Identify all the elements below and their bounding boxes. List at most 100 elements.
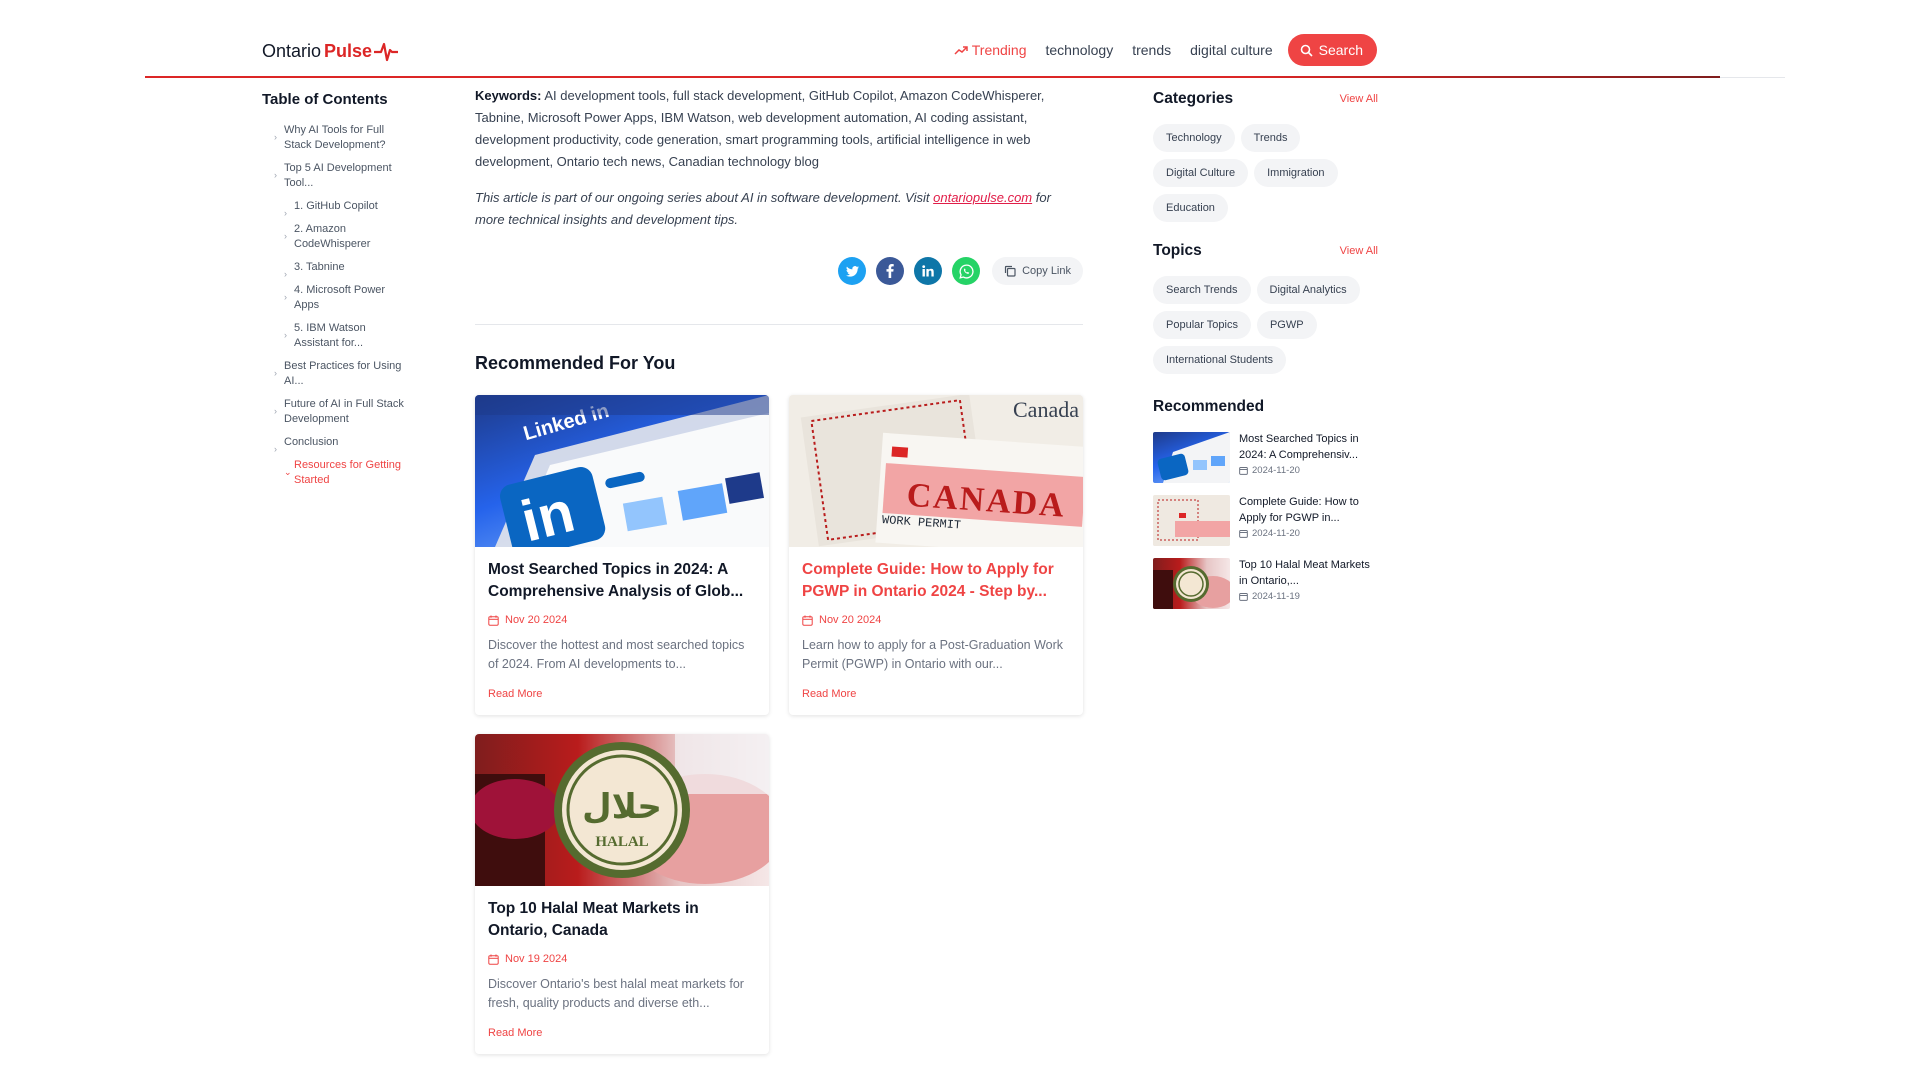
nav-digital-culture[interactable]: digital culture [1190, 42, 1273, 58]
read-more-link[interactable]: Read More [488, 1027, 756, 1039]
article-card[interactable]: CANADA WORK PERMIT Canada Complete Guide… [789, 395, 1083, 715]
read-more-link[interactable]: Read More [488, 688, 756, 700]
copy-icon [1004, 265, 1016, 277]
topic-pill[interactable]: Search Trends [1153, 276, 1251, 304]
card-title[interactable]: Complete Guide: How to Apply for PGWP in… [802, 559, 1070, 603]
toc-subitem[interactable]: › 5. IBM Watson Assistant for... [262, 321, 412, 351]
topics-header: Topics View All [1153, 240, 1378, 262]
category-pill[interactable]: Digital Culture [1153, 159, 1249, 187]
card-date: Nov 19 2024 [488, 953, 756, 965]
chevron-right-icon: › [274, 444, 277, 454]
share-linkedin-button[interactable] [914, 257, 943, 285]
topic-pill[interactable]: Popular Topics [1153, 311, 1251, 339]
toc-item-label: 4. Microsoft Power Apps [294, 284, 386, 311]
chevron-right-icon: › [274, 368, 277, 378]
main-nav: Trending technology trends digital cultu… [954, 34, 1377, 66]
canada-thumb [1153, 495, 1230, 546]
logo-word-ontario: Ontario [262, 40, 322, 61]
site-header: Ontario Pulse Trending technology trends… [0, 0, 1920, 80]
sidebar-thumb-halal[interactable] [1153, 558, 1230, 609]
sidebar-recommended-title: Recommended [1153, 398, 1265, 415]
toc-item-label: 5. IBM Watson Assistant for... [294, 322, 366, 349]
card-date-text: Nov 19 2024 [505, 953, 568, 965]
sidebar-recommended-date-text: 2024-11-19 [1252, 591, 1300, 602]
category-pill[interactable]: Immigration [1254, 159, 1338, 187]
category-pill[interactable]: Trends [1240, 124, 1301, 152]
topic-pill[interactable]: Digital Analytics [1256, 276, 1360, 304]
toc-item[interactable]: › Why AI Tools for Full Stack Development… [262, 123, 412, 153]
site-logo[interactable]: Ontario Pulse [262, 40, 399, 62]
card-title[interactable]: Top 10 Halal Meat Markets in Ontario, Ca… [488, 898, 756, 942]
calendar-icon [488, 954, 499, 965]
copy-link-label: Copy Link [1022, 265, 1071, 277]
toc-subitem[interactable]: › 4. Microsoft Power Apps [262, 283, 412, 313]
toc-item-active[interactable]: ⌄ Resources for Getting Started [262, 458, 412, 488]
toc-item[interactable]: › Future of AI in Full Stack Development [262, 397, 412, 427]
topic-pill[interactable]: International Students [1153, 346, 1287, 374]
card-image-linkedin[interactable]: in Linked in [475, 395, 769, 547]
toc-subitem[interactable]: › 2. Amazon CodeWhisperer [262, 222, 412, 252]
sidebar-recommended-item[interactable]: Most Searched Topics in 2024: A Comprehe… [1153, 432, 1378, 483]
toc-title: Table of Contents [262, 91, 388, 108]
calendar-icon [488, 615, 499, 626]
pulse-logo-icon [374, 42, 399, 62]
card-body: Top 10 Halal Meat Markets in Ontario, Ca… [475, 886, 769, 1051]
sidebar-recommended-date-text: 2024-11-20 [1252, 528, 1300, 539]
toc-item[interactable]: › Top 5 AI Development Tool... [262, 161, 412, 191]
topics-view-all-link[interactable]: View All [1340, 245, 1378, 257]
read-more-link[interactable]: Read More [802, 688, 1070, 700]
recommended-for-you-title: Recommended For You [475, 353, 676, 373]
share-facebook-button[interactable] [876, 257, 905, 285]
card-title[interactable]: Most Searched Topics in 2024: A Comprehe… [488, 559, 756, 603]
card-date-text: Nov 20 2024 [819, 614, 882, 626]
card-image-halal[interactable]: حلال HALAL [475, 734, 769, 886]
article-keywords: Keywords: AI development tools, full sta… [475, 85, 1083, 173]
toc-item[interactable]: › Conclusion [262, 435, 412, 454]
calendar-icon [1239, 592, 1248, 601]
sidebar-recommended-title-text[interactable]: Most Searched Topics in 2024: A Comprehe… [1239, 432, 1378, 463]
site-link[interactable]: ontariopulse.com [933, 190, 1032, 205]
whatsapp-icon [958, 263, 974, 279]
share-whatsapp-button[interactable] [952, 257, 981, 285]
topic-pill[interactable]: PGWP [1256, 311, 1317, 339]
nav-trends[interactable]: trends [1132, 42, 1171, 58]
toc-subitem[interactable]: › 3. Tabnine [262, 260, 412, 279]
article-main: Keywords: AI development tools, full sta… [475, 85, 1083, 1054]
halal-english-text: HALAL [595, 834, 648, 850]
topics-list: Search Trends Digital Analytics Popular … [1153, 276, 1378, 374]
linkedin-photo: in Linked in [475, 395, 769, 547]
sidebar-recommended-title-text[interactable]: Top 10 Halal Meat Markets in Ontario,... [1239, 558, 1378, 589]
trending-up-icon [954, 46, 968, 55]
article-card[interactable]: حلال HALAL Top 10 Halal Meat Markets in … [475, 734, 769, 1054]
canada-wordmark: Canada [1013, 397, 1079, 422]
sidebar-thumb-linkedin[interactable] [1153, 432, 1230, 483]
search-button-label: Search [1318, 42, 1363, 58]
categories-title: Categories [1153, 90, 1234, 107]
sidebar-recommended-item[interactable]: Complete Guide: How to Apply for PGWP in… [1153, 495, 1378, 546]
sidebar-recommended-info: Complete Guide: How to Apply for PGWP in… [1239, 495, 1378, 546]
share-twitter-button[interactable] [838, 257, 867, 285]
sidebar-thumb-canada[interactable] [1153, 495, 1230, 546]
sidebar-recommended-date: 2024-11-19 [1239, 591, 1378, 602]
header-divider-end [1720, 77, 1785, 78]
sidebar-recommended-item[interactable]: Top 10 Halal Meat Markets in Ontario,...… [1153, 558, 1378, 609]
nav-trending[interactable]: Trending [954, 42, 1027, 58]
nav-technology[interactable]: technology [1046, 42, 1114, 58]
header-divider [145, 76, 1720, 78]
article-card[interactable]: in Linked in Most Searched Topics in 202… [475, 395, 769, 715]
sidebar-recommended-title-text[interactable]: Complete Guide: How to Apply for PGWP in… [1239, 495, 1378, 526]
card-image-canada[interactable]: CANADA WORK PERMIT Canada [789, 395, 1083, 547]
category-pill[interactable]: Education [1153, 194, 1228, 222]
category-pill[interactable]: Technology [1153, 124, 1235, 152]
toc-item[interactable]: › Best Practices for Using AI... [262, 359, 412, 389]
categories-list: Technology Trends Digital Culture Immigr… [1153, 124, 1378, 222]
toc-subitem[interactable]: › 1. GitHub Copilot [262, 199, 412, 218]
sidebar-recommended-info: Most Searched Topics in 2024: A Comprehe… [1239, 432, 1378, 483]
search-button[interactable]: Search [1287, 34, 1377, 66]
categories-view-all-link[interactable]: View All [1340, 93, 1378, 105]
chevron-right-icon: › [274, 170, 277, 180]
copy-link-button[interactable]: Copy Link [992, 257, 1083, 285]
toc-item-label: Top 5 AI Development Tool... [284, 162, 392, 189]
calendar-icon [1239, 466, 1248, 475]
toc-item-label: Why AI Tools for Full Stack Development? [284, 124, 386, 151]
